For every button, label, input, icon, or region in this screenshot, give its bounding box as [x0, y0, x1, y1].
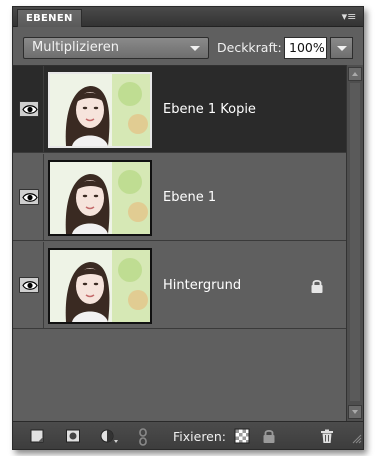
- layer-row-ebene-1-kopie[interactable]: Ebene 1 Kopie: [13, 66, 346, 153]
- panel-menu-icon[interactable]: ▾≡: [341, 10, 357, 24]
- layer-controls: Multiplizieren Deckkraft: 100%: [13, 27, 363, 65]
- layer-row-hintergrund[interactable]: Hintergrund: [13, 242, 346, 329]
- chevron-up-icon: [352, 72, 358, 76]
- layer-list-scrollbar[interactable]: [346, 65, 363, 421]
- visibility-cell: [13, 154, 44, 240]
- layer-name[interactable]: Hintergrund: [163, 278, 241, 293]
- visibility-cell: [13, 66, 44, 152]
- layer-thumbnail[interactable]: [48, 72, 152, 148]
- lock-all-icon[interactable]: [261, 428, 277, 448]
- lock-icon: [309, 278, 325, 298]
- chevron-down-icon: [337, 46, 347, 51]
- resize-grip-icon[interactable]: [352, 429, 362, 448]
- blend-mode-select[interactable]: Multiplizieren: [23, 37, 209, 59]
- lock-transparent-icon[interactable]: [234, 428, 250, 448]
- layer-name[interactable]: Ebene 1 Kopie: [163, 102, 256, 117]
- scroll-up-button[interactable]: [348, 67, 362, 81]
- fixieren-label: Fixieren:: [173, 429, 227, 444]
- layer-thumbnail[interactable]: [48, 160, 152, 236]
- chevron-down-icon: [352, 410, 358, 414]
- layer-list: Ebene 1 Kopie Ebene 1 Hintergrund: [13, 65, 346, 421]
- mask-icon[interactable]: [65, 428, 81, 448]
- opacity-input[interactable]: 100%: [284, 37, 327, 59]
- scroll-down-button[interactable]: [348, 405, 362, 419]
- eye-icon[interactable]: [19, 277, 39, 293]
- visibility-cell: [13, 242, 44, 328]
- tab-ebenen[interactable]: EBENEN: [17, 9, 82, 27]
- layer-name[interactable]: Ebene 1: [163, 190, 216, 205]
- adjustment-layer-icon[interactable]: [99, 428, 119, 448]
- opacity-dropdown-button[interactable]: [330, 37, 353, 59]
- new-layer-icon[interactable]: [29, 428, 45, 448]
- layers-panel: EBENEN ▾≡ Multiplizieren Deckkraft: 100%: [12, 6, 364, 450]
- trash-icon[interactable]: [319, 428, 335, 448]
- link-icon[interactable]: [137, 428, 149, 450]
- eye-icon[interactable]: [19, 189, 39, 205]
- eye-icon[interactable]: [19, 101, 39, 117]
- layer-row-ebene-1[interactable]: Ebene 1: [13, 154, 346, 241]
- blend-mode-value: Multiplizieren: [32, 40, 119, 55]
- layer-bottom-toolbar: Fixieren:: [13, 421, 363, 449]
- panel-titlebar: EBENEN ▾≡: [13, 7, 363, 27]
- chevron-down-icon: [190, 46, 200, 51]
- scroll-track[interactable]: [350, 83, 360, 401]
- opacity-label: Deckkraft:: [217, 40, 282, 55]
- layer-thumbnail[interactable]: [48, 248, 152, 324]
